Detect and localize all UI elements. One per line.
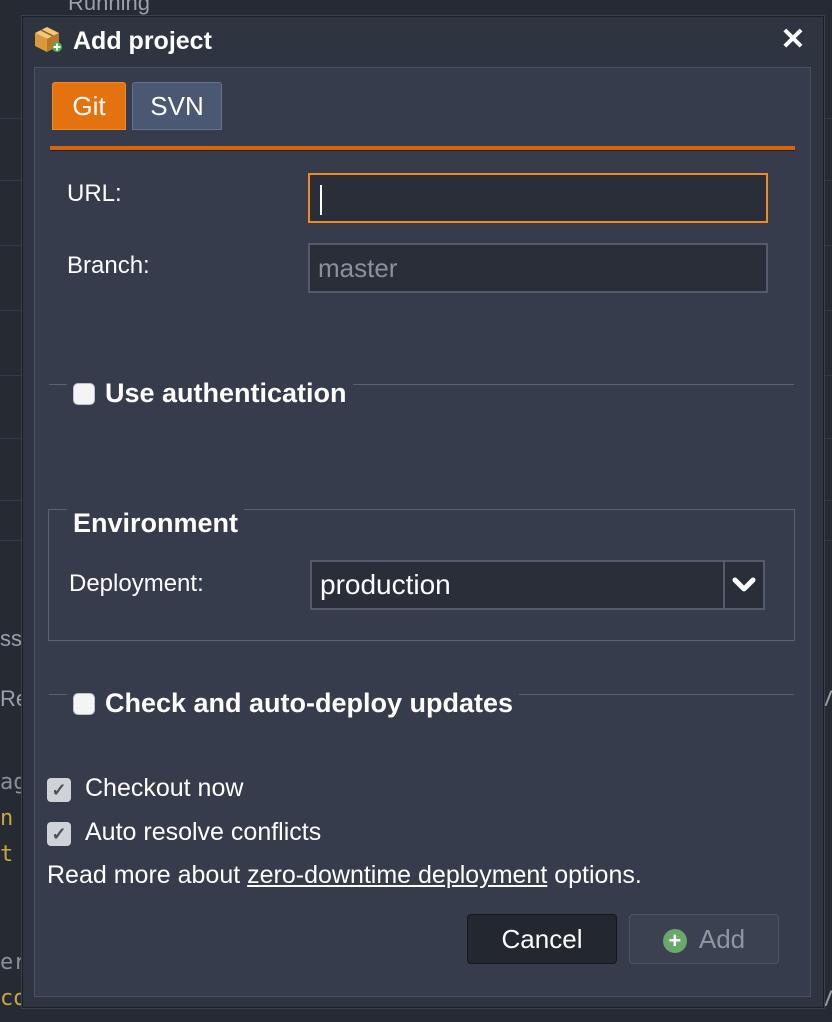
- branch-placeholder: master: [318, 253, 398, 283]
- add-button[interactable]: + Add: [629, 914, 779, 964]
- add-button-label: Add: [698, 924, 746, 954]
- close-icon[interactable]: ✕: [777, 23, 809, 57]
- zero-downtime-link[interactable]: zero-downtime deployment: [247, 861, 547, 889]
- use-authentication-checkbox[interactable]: [73, 382, 95, 405]
- branch-input[interactable]: master: [308, 243, 768, 293]
- chevron-down-icon[interactable]: [723, 562, 763, 608]
- use-authentication-label[interactable]: Use authentication: [105, 378, 347, 409]
- tab-svn[interactable]: SVN: [132, 82, 222, 130]
- deployment-label: Deployment:: [69, 570, 204, 597]
- url-input[interactable]: [308, 173, 768, 223]
- info-prefix: Read more about: [47, 861, 248, 889]
- auto-deploy-label[interactable]: Check and auto-deploy updates: [105, 688, 513, 719]
- dialog-titlebar[interactable]: Add project ✕: [23, 17, 823, 67]
- info-suffix: options.: [547, 861, 642, 889]
- auto-resolve-checkbox[interactable]: ✓: [47, 822, 71, 846]
- cancel-button[interactable]: Cancel: [467, 914, 617, 964]
- branch-label: Branch:: [67, 252, 150, 279]
- auto-resolve-label[interactable]: Auto resolve conflicts: [85, 818, 321, 847]
- background-status-text: Running: [68, 0, 150, 15]
- checkout-now-checkbox[interactable]: ✓: [47, 778, 71, 802]
- auto-deploy-checkbox[interactable]: [73, 692, 95, 715]
- url-label: URL:: [67, 180, 122, 207]
- deployment-value: production: [320, 569, 451, 600]
- background-fragment: n: [0, 806, 14, 831]
- checkout-now-label[interactable]: Checkout now: [85, 774, 243, 803]
- dialog-title: Add project: [73, 27, 212, 55]
- background-fragment: t: [0, 842, 14, 867]
- background-fragment: ss: [0, 626, 22, 651]
- tab-underline: [50, 146, 795, 151]
- add-project-dialog: Add project ✕ Git SVN URL: Branch: maste…: [22, 16, 824, 1008]
- deployment-select[interactable]: production: [310, 560, 765, 610]
- environment-legend: Environment: [67, 508, 245, 539]
- package-add-icon: [33, 25, 63, 53]
- dialog-body: Git SVN URL: Branch: master Use authenti…: [34, 67, 811, 997]
- auth-legend: Use authentication: [67, 378, 353, 409]
- tab-git[interactable]: Git: [52, 82, 126, 130]
- autodeploy-legend: Check and auto-deploy updates: [67, 688, 520, 719]
- plus-circle-icon: +: [662, 929, 687, 954]
- info-text: Read more about zero-downtime deployment…: [47, 861, 642, 890]
- text-caret: [320, 185, 322, 216]
